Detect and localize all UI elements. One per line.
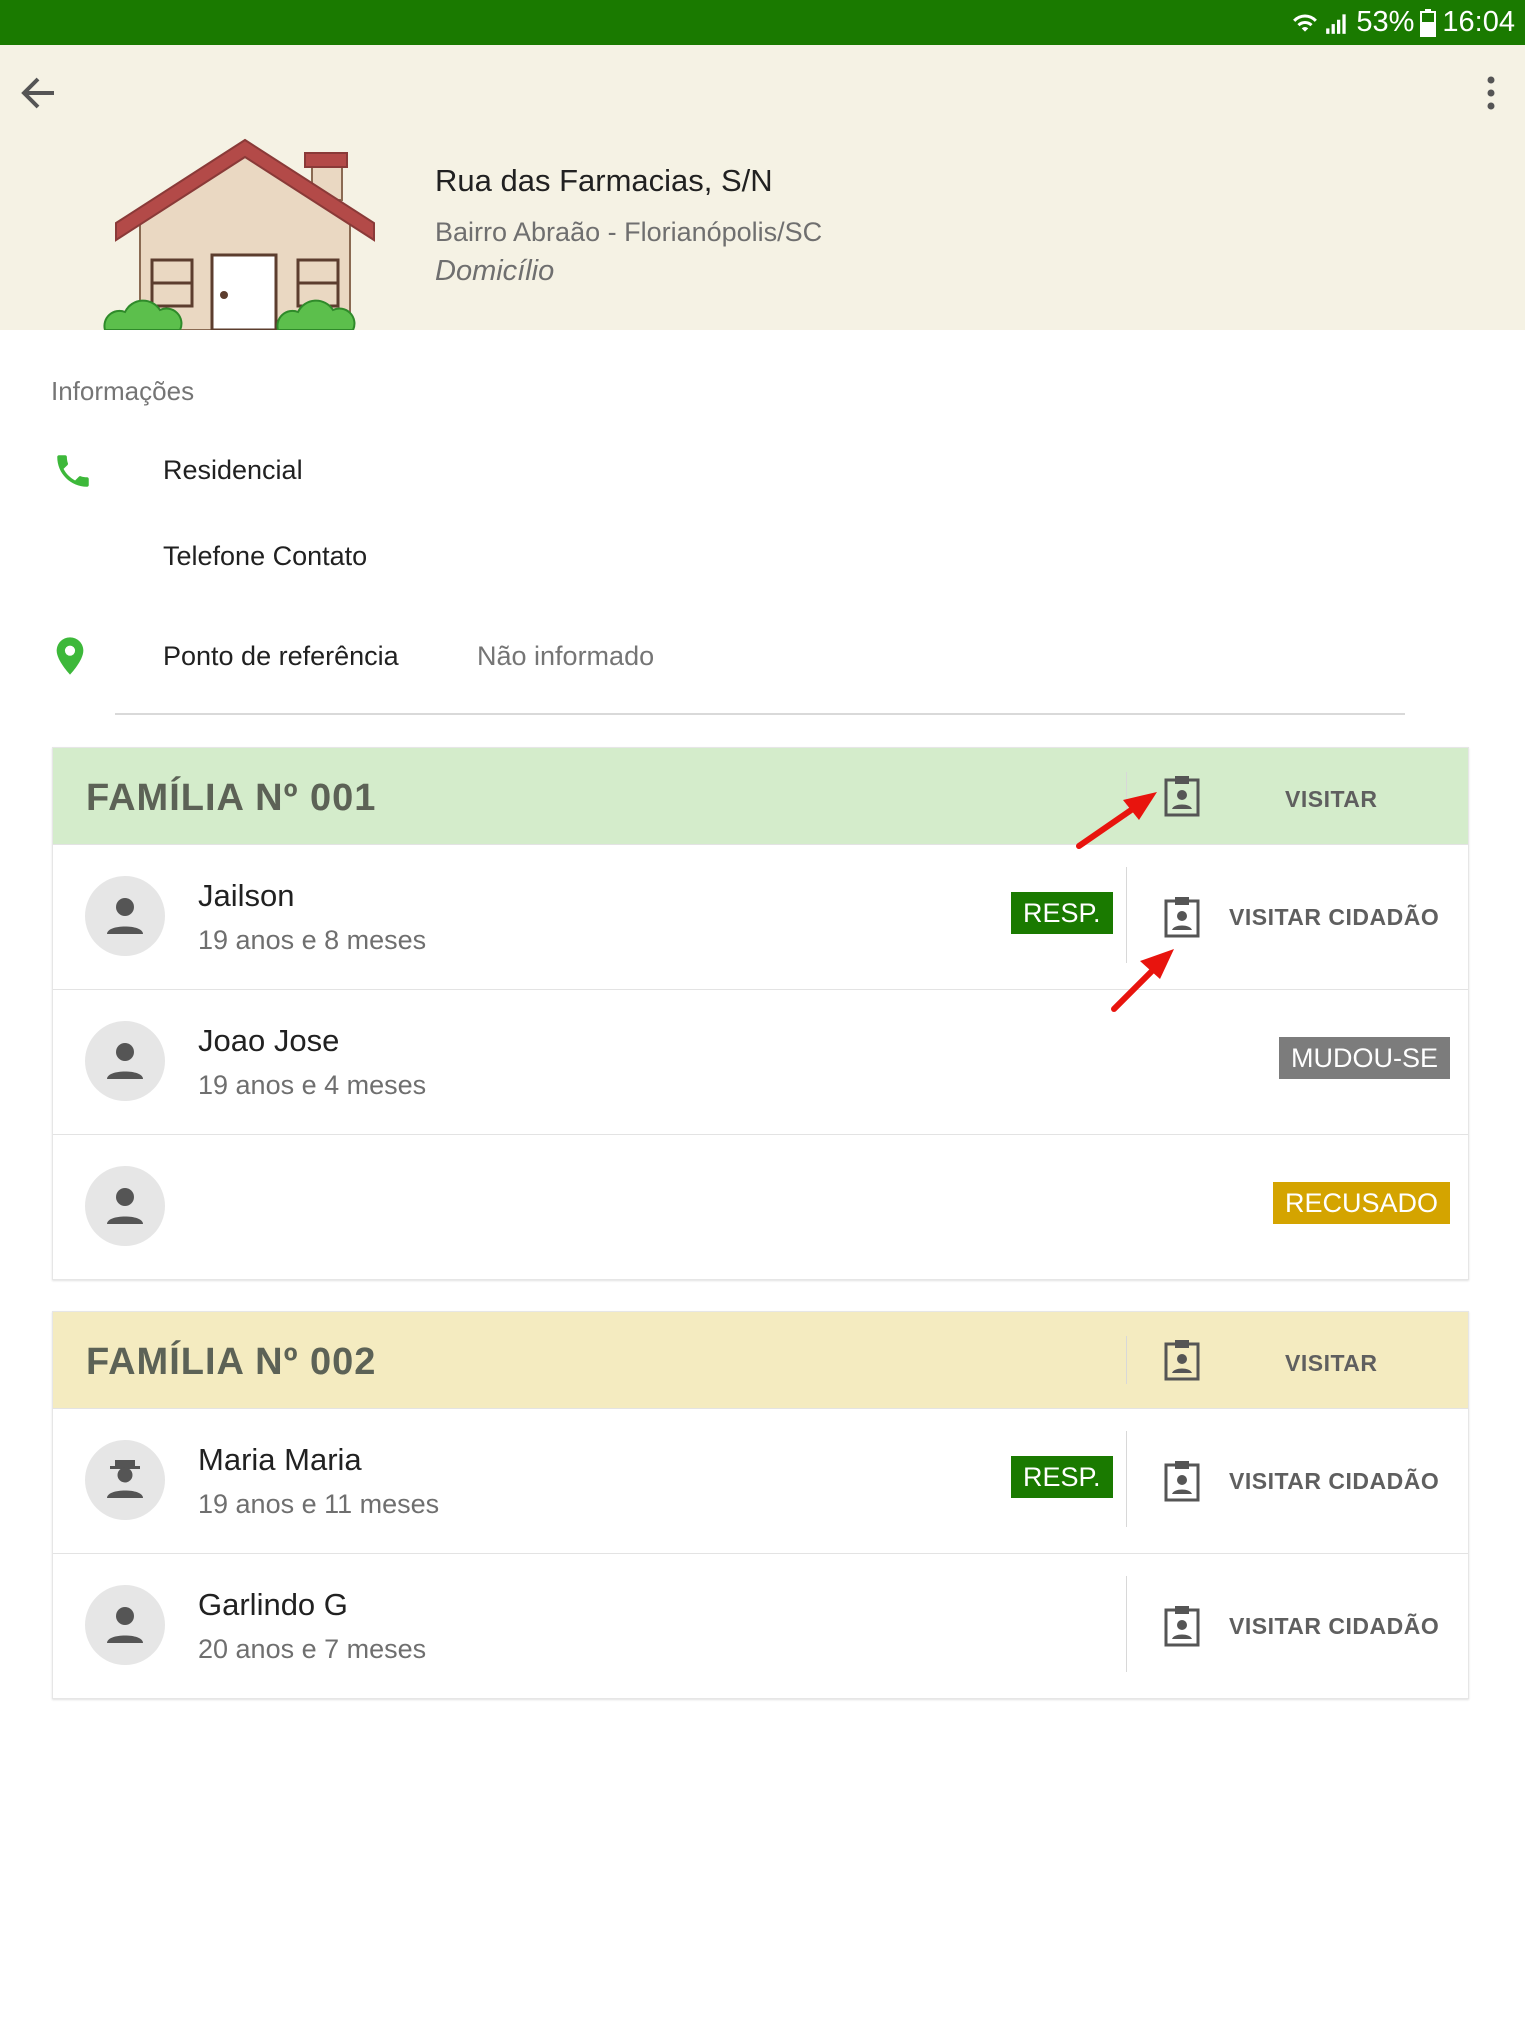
- member-age: 19 anos e 11 meses: [198, 1489, 440, 1519]
- member-name: Joao Jose: [198, 1023, 340, 1058]
- visit-citizen-button[interactable]: VISITAR CIDADÃO: [1229, 904, 1439, 931]
- annotation-arrow-icon: [1076, 792, 1157, 849]
- house-illustration: [103, 138, 375, 330]
- avatar: [85, 1585, 165, 1665]
- phone-icon: [57, 455, 89, 487]
- responsible-badge: RESP.: [1011, 1456, 1113, 1498]
- person-icon: [107, 1043, 143, 1079]
- status-bar: 53% 16:04: [0, 0, 1525, 45]
- visit-clipboard-icon[interactable]: [1162, 774, 1202, 818]
- avatar: [85, 1021, 165, 1101]
- section-title: Informações: [51, 376, 195, 406]
- member-name: Jailson: [198, 878, 295, 913]
- visit-citizen-button[interactable]: VISITAR CIDADÃO: [1229, 1468, 1439, 1495]
- phone-contact-label: Telefone Contato: [163, 541, 368, 571]
- more-options-icon[interactable]: [1481, 69, 1501, 117]
- street-address: Rua das Farmacias, S/N: [435, 163, 773, 198]
- battery-percent: 53%: [1356, 6, 1415, 38]
- wifi-icon: [1293, 14, 1318, 32]
- person-icon: [107, 1607, 143, 1643]
- member-age: 19 anos e 8 meses: [198, 925, 427, 955]
- visit-family-button[interactable]: VISITAR: [1285, 1350, 1378, 1377]
- signal-icon: [1326, 13, 1347, 34]
- family-card: FAMÍLIA Nº 001 VISITAR Jailson 19 anos e…: [52, 747, 1469, 1280]
- list-item[interactable]: RECUSADO: [53, 1134, 1468, 1279]
- person-hat-icon: [107, 1460, 143, 1498]
- property-type: Domicílio: [435, 255, 555, 287]
- responsible-badge: RESP.: [1011, 892, 1113, 934]
- visit-clipboard-icon[interactable]: [1162, 1459, 1202, 1503]
- visit-clipboard-icon[interactable]: [1162, 1338, 1202, 1382]
- member-age: 20 anos e 7 meses: [198, 1634, 427, 1664]
- avatar: [85, 1440, 165, 1520]
- list-item[interactable]: Maria Maria 19 anos e 11 meses RESP. VIS…: [53, 1408, 1468, 1553]
- visit-clipboard-icon[interactable]: [1162, 895, 1202, 939]
- refused-badge: RECUSADO: [1272, 1182, 1450, 1224]
- divider: [1126, 1431, 1127, 1527]
- back-arrow-icon[interactable]: [14, 69, 62, 117]
- visit-clipboard-icon[interactable]: [1162, 1604, 1202, 1648]
- annotation-arrow-icon: [1111, 949, 1174, 1012]
- list-item[interactable]: Jailson 19 anos e 8 meses RESP. VISITAR …: [53, 844, 1468, 989]
- family-header: FAMÍLIA Nº 002 VISITAR: [53, 1312, 1468, 1408]
- family-title: FAMÍLIA Nº 001: [86, 777, 377, 819]
- household-header: Rua das Farmacias, S/N Bairro Abraão - F…: [0, 45, 1525, 330]
- person-icon: [107, 1188, 143, 1224]
- visit-citizen-button[interactable]: VISITAR CIDADÃO: [1229, 1613, 1439, 1640]
- phone-residential-label: Residencial: [163, 455, 303, 485]
- battery-icon: [1420, 8, 1437, 37]
- list-item[interactable]: Garlindo G 20 anos e 7 meses VISITAR CID…: [53, 1553, 1468, 1698]
- moved-badge: MUDOU-SE: [1279, 1037, 1450, 1079]
- list-item[interactable]: Joao Jose 19 anos e 4 meses MUDOU-SE: [53, 989, 1468, 1134]
- avatar: [85, 876, 165, 956]
- member-age: 19 anos e 4 meses: [198, 1070, 427, 1100]
- reference-point-value: Não informado: [477, 641, 655, 671]
- divider: [115, 713, 1405, 715]
- member-name: Garlindo G: [198, 1587, 348, 1622]
- member-name: Maria Maria: [198, 1442, 362, 1477]
- family-title: FAMÍLIA Nº 002: [86, 1341, 377, 1383]
- divider: [1126, 1336, 1127, 1384]
- location-pin-icon: [56, 637, 84, 675]
- person-icon: [107, 898, 143, 934]
- family-card: FAMÍLIA Nº 002 VISITAR Maria Maria 19 an…: [52, 1311, 1469, 1699]
- clock: 16:04: [1442, 6, 1515, 38]
- neighborhood-city: Bairro Abraão - Florianópolis/SC: [435, 217, 823, 247]
- reference-point-label: Ponto de referência: [163, 641, 399, 671]
- visit-family-button[interactable]: VISITAR: [1285, 786, 1378, 813]
- family-header: FAMÍLIA Nº 001 VISITAR: [53, 748, 1468, 844]
- avatar: [85, 1166, 165, 1246]
- divider: [1126, 1576, 1127, 1672]
